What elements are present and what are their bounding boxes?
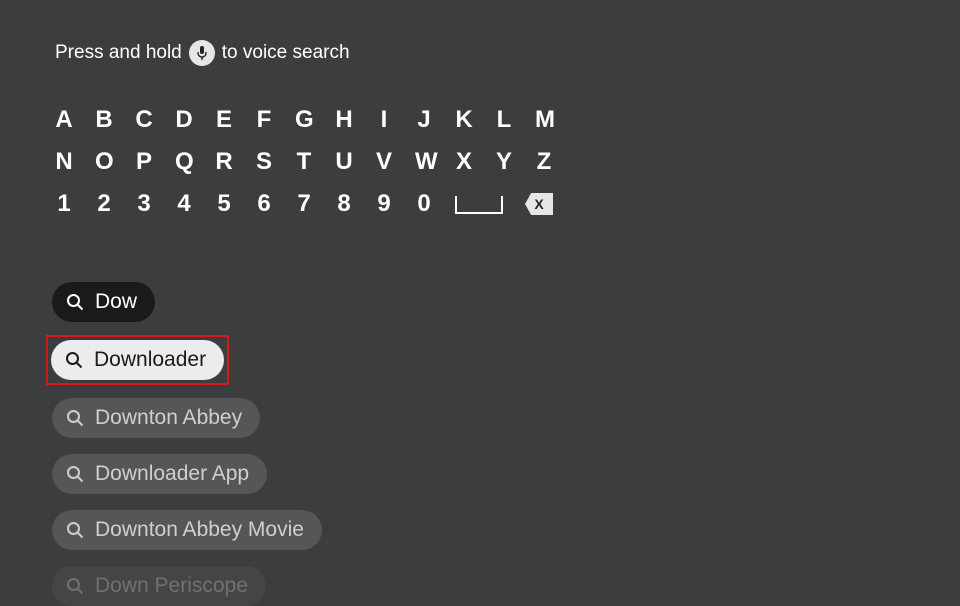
key-g[interactable]: G xyxy=(295,106,313,134)
suggestion-label: Down Periscope xyxy=(95,574,248,598)
key-z[interactable]: Z xyxy=(535,148,553,176)
onscreen-keyboard: ABCDEFGHIJKLM NOPQRSTUVWXYZ 1234567890X xyxy=(0,66,960,218)
key-i[interactable]: I xyxy=(375,106,393,134)
key-n[interactable]: N xyxy=(55,148,73,176)
search-icon xyxy=(66,409,84,427)
suggestion-label: Downloader xyxy=(94,348,206,372)
key-q[interactable]: Q xyxy=(175,148,193,176)
suggestion-pill[interactable]: Down Periscope xyxy=(52,566,266,606)
key-space[interactable] xyxy=(455,196,503,214)
key-a[interactable]: A xyxy=(55,106,73,134)
key-3[interactable]: 3 xyxy=(135,190,153,218)
key-e[interactable]: E xyxy=(215,106,233,134)
key-r[interactable]: R xyxy=(215,148,233,176)
suggestion-pill[interactable]: Downloader xyxy=(51,340,224,380)
voice-hint-prefix: Press and hold xyxy=(55,42,182,64)
selection-highlight: Downloader xyxy=(46,335,229,385)
suggestion-label: Downton Abbey Movie xyxy=(95,518,304,542)
key-d[interactable]: D xyxy=(175,106,193,134)
key-0[interactable]: 0 xyxy=(415,190,433,218)
key-v[interactable]: V xyxy=(375,148,393,176)
key-u[interactable]: U xyxy=(335,148,353,176)
key-2[interactable]: 2 xyxy=(95,190,113,218)
suggestion-label: Downton Abbey xyxy=(95,406,242,430)
key-p[interactable]: P xyxy=(135,148,153,176)
suggestion-pill[interactable]: Downloader App xyxy=(52,454,267,494)
key-1[interactable]: 1 xyxy=(55,190,73,218)
search-icon xyxy=(66,465,84,483)
key-h[interactable]: H xyxy=(335,106,353,134)
key-b[interactable]: B xyxy=(95,106,113,134)
search-icon xyxy=(65,351,83,369)
key-f[interactable]: F xyxy=(255,106,273,134)
key-o[interactable]: O xyxy=(95,148,113,176)
key-t[interactable]: T xyxy=(295,148,313,176)
search-icon xyxy=(66,577,84,595)
key-5[interactable]: 5 xyxy=(215,190,233,218)
suggestion-pill[interactable]: Downton Abbey Movie xyxy=(52,510,322,550)
key-l[interactable]: L xyxy=(495,106,513,134)
key-backspace[interactable]: X xyxy=(525,193,553,215)
suggestion-label: Downloader App xyxy=(95,462,249,486)
key-9[interactable]: 9 xyxy=(375,190,393,218)
query-text: Dow xyxy=(95,290,137,314)
search-icon xyxy=(66,521,84,539)
search-icon xyxy=(66,293,84,311)
current-query-pill[interactable]: Dow xyxy=(52,282,155,322)
key-w[interactable]: W xyxy=(415,148,433,176)
key-m[interactable]: M xyxy=(535,106,553,134)
key-s[interactable]: S xyxy=(255,148,273,176)
key-y[interactable]: Y xyxy=(495,148,513,176)
key-c[interactable]: C xyxy=(135,106,153,134)
suggestion-pill[interactable]: Downton Abbey xyxy=(52,398,260,438)
keyboard-row-letters-1: ABCDEFGHIJKLM xyxy=(55,106,960,134)
key-4[interactable]: 4 xyxy=(175,190,193,218)
key-k[interactable]: K xyxy=(455,106,473,134)
key-8[interactable]: 8 xyxy=(335,190,353,218)
keyboard-row-numbers: 1234567890 X xyxy=(55,190,960,218)
microphone-icon xyxy=(189,40,215,66)
voice-search-hint: Press and hold to voice search xyxy=(0,0,960,66)
keyboard-row-letters-2: NOPQRSTUVWXYZ xyxy=(55,148,960,176)
voice-hint-suffix: to voice search xyxy=(222,42,350,64)
key-j[interactable]: J xyxy=(415,106,433,134)
key-6[interactable]: 6 xyxy=(255,190,273,218)
key-x[interactable]: X xyxy=(455,148,473,176)
key-7[interactable]: 7 xyxy=(295,190,313,218)
search-suggestions: Dow Downloader Downton Abbey Downloader Ap… xyxy=(0,232,960,606)
